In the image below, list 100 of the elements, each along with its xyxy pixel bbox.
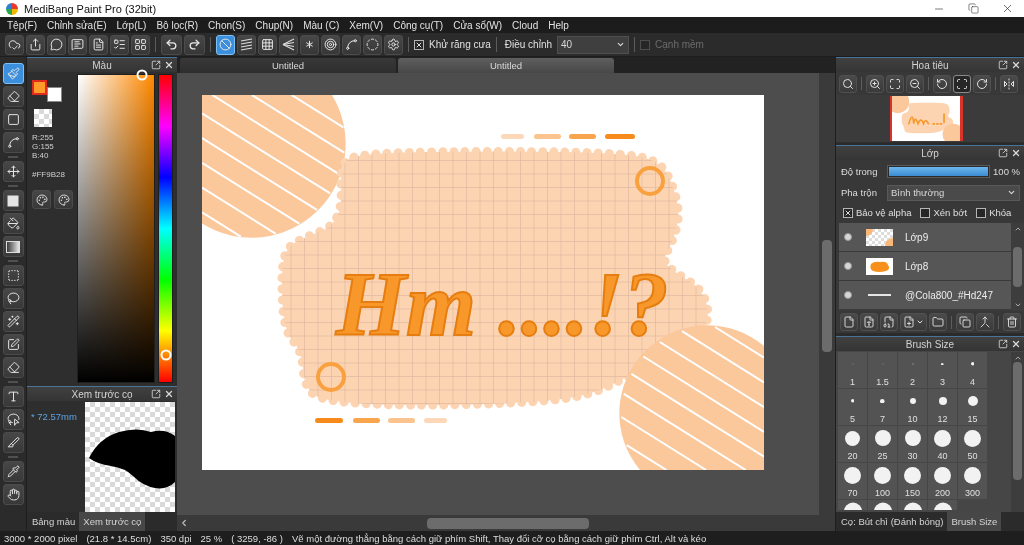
halftone-layer-button[interactable] [860, 313, 878, 331]
horizontal-scrollbar[interactable] [177, 515, 835, 531]
tool-button[interactable] [2, 409, 24, 430]
tool-button[interactable] [2, 109, 24, 130]
document-button[interactable] [89, 34, 108, 55]
snap-mode-button[interactable] [216, 34, 235, 55]
brush-size-option[interactable]: 25 [868, 426, 897, 462]
merge-button[interactable] [976, 313, 994, 331]
snap-mode-button[interactable] [279, 34, 298, 55]
menu-item[interactable]: Xem(V) [344, 19, 389, 31]
document-tab[interactable]: Untitled [180, 58, 396, 73]
list-button[interactable] [110, 34, 129, 55]
checkbox[interactable] [843, 207, 853, 218]
brush-size-option[interactable]: 40 [928, 426, 957, 462]
menu-item[interactable]: Tệp(F) [2, 19, 42, 31]
brush-size-option[interactable]: 150 [898, 463, 927, 499]
panel-tab[interactable]: Xem trước cọ [79, 512, 146, 531]
menu-item[interactable]: Cửa sổ(W) [448, 19, 508, 31]
brush-size-option[interactable]: 100 [868, 463, 897, 499]
cloud-button[interactable] [5, 34, 24, 55]
brush-size-option[interactable]: 15 [958, 389, 987, 425]
menu-item[interactable]: Lớp(L) [111, 19, 152, 31]
duplicate-button[interactable] [956, 313, 974, 331]
tool-button[interactable] [2, 386, 24, 407]
chat-button[interactable] [47, 34, 66, 55]
hue-slider-track[interactable] [158, 74, 173, 383]
layer-row[interactable]: Lớp8 [839, 252, 1011, 281]
tool-button[interactable] [2, 334, 24, 355]
menu-item[interactable]: Chọn(S) [203, 19, 251, 31]
delete-button[interactable] [1003, 313, 1021, 331]
brush-size-option[interactable]: 50 [958, 426, 987, 462]
brush-size-option[interactable]: 200 [928, 463, 957, 499]
zoom-in-button[interactable] [866, 74, 884, 93]
share-button[interactable] [26, 34, 45, 55]
comment-button[interactable] [68, 34, 87, 55]
one-bit-layer-button[interactable] [880, 313, 898, 331]
new-layer-button[interactable] [840, 313, 858, 331]
tool-button[interactable] [2, 236, 24, 257]
visibility-dot-icon[interactable] [844, 291, 852, 299]
menu-item[interactable]: Màu (C) [298, 19, 345, 31]
snap-mode-button[interactable] [237, 34, 256, 55]
tool-button[interactable] [2, 190, 24, 211]
brush-size-option[interactable]: 4 [958, 352, 987, 388]
fit-button[interactable] [886, 74, 904, 93]
background-color-swatch[interactable] [47, 87, 62, 102]
transparent-swatch[interactable] [34, 109, 52, 127]
snap-mode-button[interactable] [300, 34, 319, 55]
hue-slider-handle[interactable] [160, 349, 171, 361]
palette-settings-button[interactable] [54, 190, 73, 209]
tool-button[interactable] [2, 484, 24, 505]
checkbox[interactable] [920, 207, 931, 218]
brush-size-option[interactable]: 70 [838, 463, 867, 499]
redo-button[interactable] [184, 34, 205, 55]
brush-size-option[interactable]: 2 [898, 352, 927, 388]
scrollbar-thumb[interactable] [1013, 247, 1022, 287]
add-layer-button[interactable] [900, 313, 927, 331]
checkbox[interactable] [976, 207, 987, 218]
brush-size-option[interactable]: 10 [898, 389, 927, 425]
snap-mode-button[interactable] [342, 34, 361, 55]
rotate-right-button[interactable] [973, 74, 991, 93]
layer-row[interactable]: Lớp9 [839, 223, 1011, 252]
scrollbar-thumb[interactable] [427, 517, 589, 529]
visibility-dot-icon[interactable] [844, 262, 852, 270]
zoom-out-button[interactable] [906, 74, 924, 93]
view-frame[interactable] [889, 96, 963, 141]
vertical-scrollbar[interactable] [1011, 223, 1024, 311]
brush-size-option[interactable]: 300 [958, 463, 987, 499]
tool-button[interactable] [2, 288, 24, 309]
vertical-scrollbar[interactable] [1011, 352, 1024, 512]
menu-item[interactable]: Công cụ(T) [388, 19, 449, 31]
document-tab[interactable]: Untitled [398, 58, 614, 73]
grid-button[interactable] [131, 34, 150, 55]
brush-size-option[interactable]: 30 [898, 426, 927, 462]
menu-item[interactable]: Chỉnh sửa(E) [42, 19, 112, 31]
tool-button[interactable] [2, 63, 24, 84]
panel-tab[interactable]: Brush Size [947, 512, 1002, 531]
tool-button[interactable] [2, 213, 24, 234]
folder-button[interactable] [929, 313, 947, 331]
tool-button[interactable] [2, 311, 24, 332]
tool-button[interactable] [2, 432, 24, 453]
tool-button[interactable] [2, 132, 24, 153]
checkbox[interactable] [414, 39, 424, 50]
palette-button[interactable] [32, 190, 51, 209]
brush-size-option[interactable]: 1 [838, 352, 867, 388]
flip-button[interactable] [1000, 74, 1018, 93]
fit-screen-button[interactable] [953, 74, 971, 93]
brush-size-option[interactable]: 3 [928, 352, 957, 388]
scrollbar-thumb[interactable] [1013, 362, 1022, 480]
tool-button[interactable] [2, 161, 24, 182]
tool-button[interactable] [2, 86, 24, 107]
brush-size-option[interactable]: 5 [838, 389, 867, 425]
color-picker-handle[interactable] [136, 69, 148, 81]
blend-mode-dropdown[interactable]: Bình thường [887, 184, 1020, 201]
visibility-dot-icon[interactable] [844, 233, 852, 241]
brush-size-option[interactable]: 7 [868, 389, 897, 425]
snap-mode-button[interactable] [321, 34, 340, 55]
foreground-color-swatch[interactable] [32, 80, 47, 95]
vertical-scrollbar[interactable] [819, 73, 835, 515]
scrollbar-thumb[interactable] [822, 240, 832, 352]
adjust-dropdown[interactable]: 40 [557, 35, 630, 54]
